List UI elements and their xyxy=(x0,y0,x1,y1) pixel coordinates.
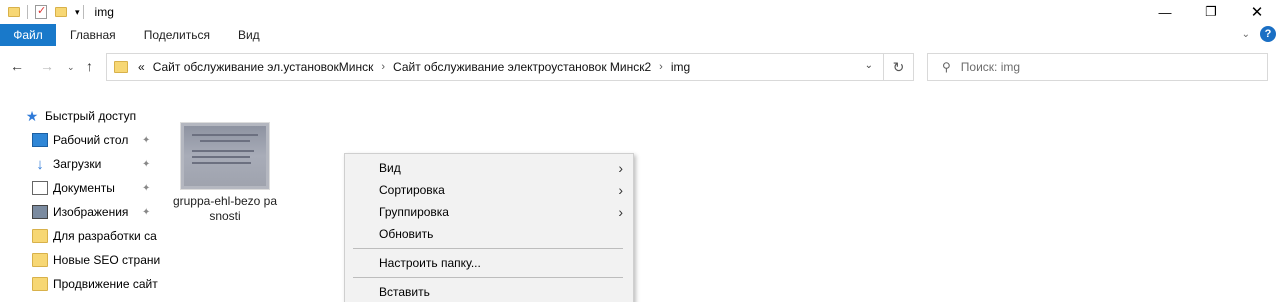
sidebar-item-label: Новые SEO страни xyxy=(53,253,160,267)
sidebar-item-label: Документы xyxy=(53,181,115,195)
folder-icon xyxy=(8,7,20,17)
menu-item-group[interactable]: Группировка › xyxy=(345,201,633,223)
pin-icon: ✦ xyxy=(142,182,151,194)
sidebar-item-label: Для разработки са xyxy=(53,229,157,243)
sidebar-item-folder[interactable]: Для разработки са xyxy=(32,224,160,248)
sidebar-item-folder[interactable]: Продвижение сайт xyxy=(32,272,160,296)
new-folder-icon[interactable] xyxy=(55,7,67,17)
menu-item-sort[interactable]: Сортировка › xyxy=(345,179,633,201)
sidebar-item-downloads[interactable]: ↓ Загрузки ✦ xyxy=(32,152,160,176)
pin-icon: ✦ xyxy=(142,134,151,146)
sidebar-item-folder[interactable]: Новые SEO страни xyxy=(32,248,160,272)
pictures-icon xyxy=(32,205,48,219)
thumbnail-preview xyxy=(184,126,266,186)
forward-arrow-icon[interactable]: → xyxy=(40,58,54,74)
folder-icon xyxy=(114,61,128,73)
thumbnail-line xyxy=(192,162,252,164)
refresh-button[interactable]: ↻ xyxy=(884,53,914,81)
pin-icon: ✦ xyxy=(142,158,151,170)
title-bar: ▾ img — ❐ ✕ xyxy=(0,0,1280,24)
tab-view[interactable]: Вид xyxy=(224,24,274,46)
chevron-right-icon: › xyxy=(618,160,623,176)
search-placeholder: Поиск: img xyxy=(960,60,1021,74)
chevron-right-icon: › xyxy=(618,204,623,220)
download-icon: ↓ xyxy=(36,155,44,173)
breadcrumb-item[interactable]: Сайт обслуживание эл.установокМинск xyxy=(149,60,378,74)
sidebar-item-label: Быстрый доступ xyxy=(45,109,137,123)
divider xyxy=(82,5,84,19)
tab-file[interactable]: Файл xyxy=(0,24,56,46)
folder-icon xyxy=(32,253,48,267)
sidebar-item-pictures[interactable]: Изображения ✦ xyxy=(32,200,160,224)
document-icon xyxy=(32,181,48,195)
help-icon[interactable]: ? xyxy=(1260,26,1276,42)
thumbnail-line xyxy=(192,134,258,136)
star-icon: ★ xyxy=(25,107,39,124)
ribbon-controls: ⌄ ? xyxy=(1242,26,1276,42)
breadcrumb-separator-icon[interactable]: › xyxy=(655,61,667,73)
ribbon-tabs: Файл Главная Поделиться Вид ⌄ ? xyxy=(0,24,1280,46)
recent-locations-chevron-icon[interactable]: ⌄ xyxy=(67,62,75,73)
menu-item-view[interactable]: Вид › xyxy=(345,157,633,179)
breadcrumb-item[interactable]: img xyxy=(667,60,694,74)
folder-icon xyxy=(32,277,48,291)
sidebar-item-label: Изображения xyxy=(53,205,129,219)
sidebar-item-label: Загрузки xyxy=(53,157,102,171)
pin-icon: ✦ xyxy=(142,206,151,218)
menu-item-customize-folder[interactable]: Настроить папку... xyxy=(345,252,633,274)
maximize-button[interactable]: ❐ xyxy=(1188,0,1234,24)
menu-item-label: Настроить папку... xyxy=(379,256,481,270)
window-title: img xyxy=(94,5,114,19)
menu-item-label: Вставить xyxy=(379,285,430,299)
context-menu: Вид › Сортировка › Группировка › Обновит… xyxy=(344,153,634,302)
customize-toolbar-chevron-icon[interactable]: ▾ xyxy=(75,7,80,18)
breadcrumb-separator-icon[interactable]: › xyxy=(377,61,389,73)
menu-item-refresh[interactable]: Обновить xyxy=(345,223,633,245)
navigation-pane: ★ Быстрый доступ Рабочий стол ✦ ↓ Загруз… xyxy=(0,104,160,302)
folder-icon xyxy=(32,229,48,243)
minimize-button[interactable]: — xyxy=(1142,0,1188,24)
sidebar-item-desktop[interactable]: Рабочий стол ✦ xyxy=(32,128,160,152)
sidebar-item-label: Рабочий стол xyxy=(53,133,129,147)
menu-item-label: Сортировка xyxy=(379,183,445,197)
up-arrow-icon[interactable]: ↑ xyxy=(86,58,93,74)
chevron-right-icon: › xyxy=(618,182,623,198)
desktop-icon xyxy=(32,133,48,147)
file-name[interactable]: gruppa-ehl-bezo pasnosti xyxy=(172,194,278,224)
address-dropdown-chevron-icon[interactable]: ⌄ xyxy=(865,60,873,71)
close-button[interactable]: ✕ xyxy=(1234,0,1280,24)
explorer-window: ▾ img — ❐ ✕ Файл Главная Поделиться Вид … xyxy=(0,0,1280,302)
sidebar-item-quick-access[interactable]: ★ Быстрый доступ xyxy=(24,104,160,128)
menu-separator xyxy=(353,277,623,278)
tab-home[interactable]: Главная xyxy=(56,24,130,46)
thumbnail-line xyxy=(192,150,254,152)
tab-share[interactable]: Поделиться xyxy=(130,24,224,46)
sidebar-item-documents[interactable]: Документы ✦ xyxy=(32,176,160,200)
address-bar[interactable]: « Сайт обслуживание эл.установокМинск › … xyxy=(106,53,884,81)
properties-icon[interactable] xyxy=(35,4,47,19)
menu-item-label: Обновить xyxy=(379,227,434,241)
menu-item-paste[interactable]: Вставить xyxy=(345,281,633,302)
divider xyxy=(27,5,28,19)
menu-item-label: Вид xyxy=(379,161,401,175)
navigation-bar: ← → ⌄ ↑ « Сайт обслуживание эл.установок… xyxy=(0,50,1280,84)
menu-item-label: Группировка xyxy=(379,205,449,219)
search-icon: ⚲ xyxy=(942,60,951,74)
menu-separator xyxy=(353,248,623,249)
breadcrumb-item[interactable]: Сайт обслуживание электроустановок Минск… xyxy=(389,60,655,74)
image-thumbnail[interactable] xyxy=(180,122,270,190)
thumbnail-line xyxy=(192,156,250,158)
thumbnail-line xyxy=(200,140,250,142)
quick-access-toolbar: ▾ xyxy=(0,0,87,24)
sidebar-item-label: Продвижение сайт xyxy=(53,277,158,291)
back-arrow-icon[interactable]: ← xyxy=(10,58,24,74)
search-input[interactable]: ⚲ Поиск: img xyxy=(927,53,1268,81)
expand-ribbon-chevron-icon[interactable]: ⌄ xyxy=(1242,29,1250,40)
breadcrumb-overflow[interactable]: « xyxy=(134,60,149,74)
